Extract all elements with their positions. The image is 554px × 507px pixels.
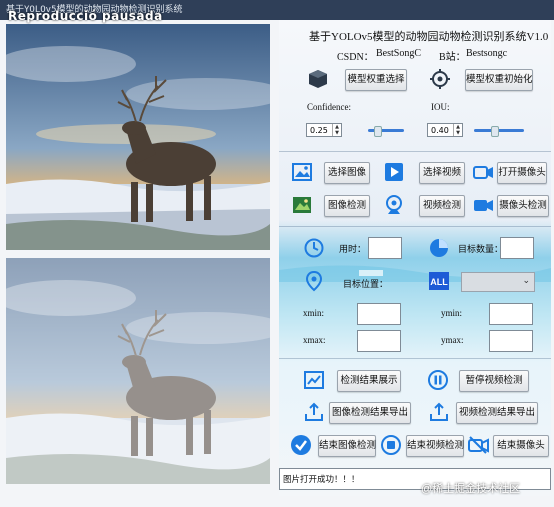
image-icon bbox=[291, 161, 313, 183]
chevron-down-icon[interactable]: ⌄ bbox=[522, 276, 530, 286]
svg-text:ALL: ALL bbox=[430, 277, 448, 287]
app-window: 基于YOLOv5模型的动物园动物检测识别系统 Reproducció pausa… bbox=[0, 0, 554, 507]
image-detect-icon bbox=[291, 194, 313, 216]
image-detect-button[interactable]: 图像检测 bbox=[324, 195, 370, 217]
ymin-label: ymin: bbox=[441, 308, 463, 318]
csdn-value: BestSongC bbox=[376, 48, 422, 59]
section-divider bbox=[279, 358, 551, 359]
model-weight-select-button[interactable]: 模型权重选择 bbox=[345, 69, 407, 91]
iou-label: IOU: bbox=[431, 102, 450, 112]
camera-off-icon bbox=[467, 434, 489, 456]
confidence-spinbox[interactable]: 0.25 ▲ ▼ bbox=[306, 123, 342, 137]
confidence-slider-thumb[interactable] bbox=[374, 126, 382, 137]
all-icon: ALL bbox=[428, 270, 450, 292]
ymax-field bbox=[489, 330, 533, 352]
iou-value: 0.40 bbox=[431, 126, 449, 135]
camera-detect-button[interactable]: 摄像头检测 bbox=[497, 195, 549, 217]
status-text: 图片打开成功！！！ bbox=[283, 474, 360, 484]
model-weight-init-button[interactable]: 模型权重初始化 bbox=[465, 69, 533, 91]
csdn-label: CSDN： bbox=[337, 52, 374, 63]
spin-arrows-icon[interactable]: ▲ ▼ bbox=[453, 124, 462, 136]
control-panel: 基于YOLOv5模型的动物园动物检测识别系统V1.0 CSDN： BestSon… bbox=[279, 20, 551, 496]
show-result-button[interactable]: 检测结果展示 bbox=[337, 370, 401, 392]
original-image-view bbox=[6, 24, 270, 250]
watermark: @稀土掘金技术社区 bbox=[421, 483, 521, 495]
export-video-result-button[interactable]: 视频检测结果导出 bbox=[456, 402, 538, 424]
bilibili-label: B站： bbox=[439, 52, 466, 63]
time-label: 用时： bbox=[339, 244, 367, 254]
xmin-field bbox=[357, 303, 401, 325]
xmin-label: xmin: bbox=[303, 308, 325, 318]
location-pin-icon bbox=[303, 270, 325, 292]
ymin-field bbox=[489, 303, 533, 325]
playback-overlay: Reproducció pausada bbox=[8, 9, 163, 23]
open-camera-button[interactable]: 打开摄像头 bbox=[497, 162, 547, 184]
time-field bbox=[368, 237, 402, 259]
title-bar: 基于YOLOv5模型的动物园动物检测识别系统 Reproducció pausa… bbox=[0, 0, 554, 23]
select-video-button[interactable]: 选择视频 bbox=[419, 162, 465, 184]
target-select-dropdown[interactable]: ⌄ bbox=[461, 272, 535, 292]
result-image bbox=[6, 258, 270, 484]
iou-slider-thumb[interactable] bbox=[491, 126, 499, 137]
target-count-label: 目标数量： bbox=[458, 244, 504, 254]
video-detect-button[interactable]: 视频检测 bbox=[419, 195, 465, 217]
confidence-slider[interactable] bbox=[368, 126, 404, 137]
end-image-detect-button[interactable]: 结束图像检测 bbox=[318, 435, 376, 457]
camera-detect-icon bbox=[472, 194, 494, 216]
select-image-button[interactable]: 选择图像 bbox=[324, 162, 370, 184]
xmax-label: xmax: bbox=[303, 335, 326, 345]
bilibili-value: Bestsongc bbox=[466, 48, 508, 59]
target-count-field bbox=[500, 237, 534, 259]
app-title: 基于YOLOv5模型的动物园动物检测识别系统V1.0 bbox=[309, 31, 549, 43]
confidence-label: Confidence: bbox=[307, 102, 351, 112]
line-chart-icon bbox=[303, 369, 325, 391]
target-position-label: 目标位置： bbox=[343, 279, 389, 289]
end-camera-button[interactable]: 结束摄像头 bbox=[493, 435, 549, 457]
webcam-icon bbox=[383, 194, 405, 216]
spin-arrows-icon[interactable]: ▲ ▼ bbox=[332, 124, 341, 136]
section-divider bbox=[279, 226, 551, 227]
section-divider bbox=[279, 151, 551, 152]
clock-icon bbox=[303, 237, 325, 259]
video-icon bbox=[383, 161, 405, 183]
end-video-detect-button[interactable]: 结束视频检测 bbox=[406, 435, 464, 457]
camera-icon bbox=[472, 161, 494, 183]
export-icon bbox=[303, 401, 325, 423]
iou-slider[interactable] bbox=[474, 126, 524, 137]
cube-icon bbox=[307, 68, 329, 90]
pause-video-detect-button[interactable]: 暂停视频检测 bbox=[459, 370, 529, 392]
stop-circle-icon bbox=[380, 434, 402, 456]
pie-chart-icon bbox=[428, 237, 450, 259]
confidence-value: 0.25 bbox=[310, 126, 328, 135]
deer-image bbox=[6, 24, 270, 250]
checkmark-circle-icon bbox=[290, 434, 312, 456]
target-icon bbox=[429, 68, 451, 90]
xmax-field bbox=[357, 330, 401, 352]
iou-spinbox[interactable]: 0.40 ▲ ▼ bbox=[427, 123, 463, 137]
export-icon bbox=[428, 401, 450, 423]
export-image-result-button[interactable]: 图像检测结果导出 bbox=[329, 402, 411, 424]
detection-result-view bbox=[6, 258, 270, 484]
pause-icon bbox=[427, 369, 449, 391]
ymax-label: ymax: bbox=[441, 335, 464, 345]
